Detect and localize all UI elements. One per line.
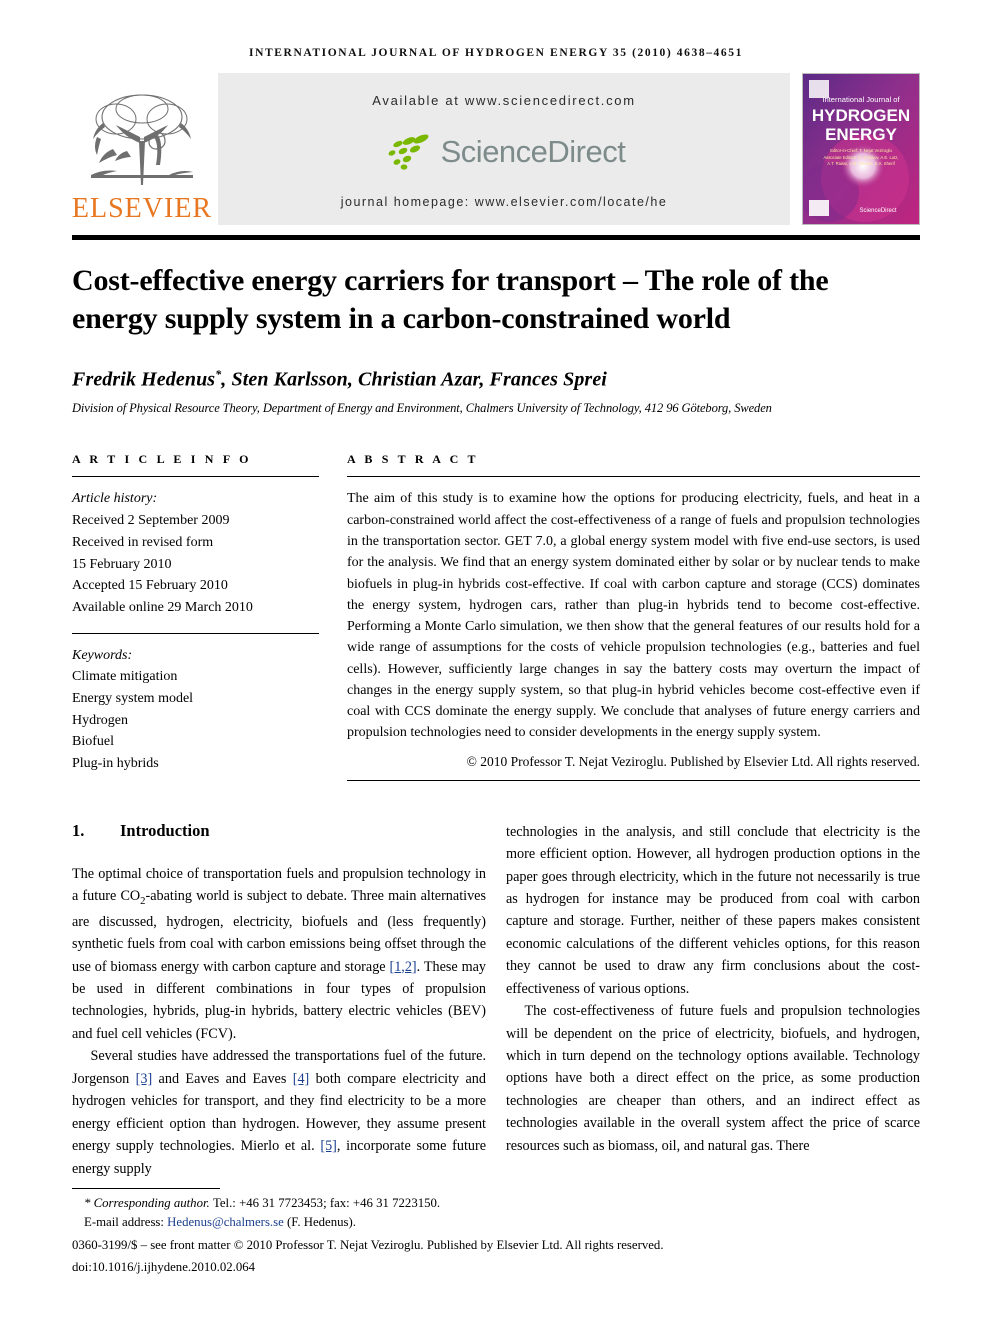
- svg-text:International Journal of: International Journal of: [822, 95, 900, 104]
- article-info-column: A R T I C L E I N F O Article history: R…: [72, 452, 319, 780]
- article-info-rule: [72, 476, 319, 478]
- history-item: Accepted 15 February 2010: [72, 578, 228, 594]
- abstract-column: A B S T R A C T The aim of this study is…: [347, 452, 920, 781]
- page-title: Cost-effective energy carriers for trans…: [72, 264, 829, 336]
- keywords-label: Keywords:: [72, 647, 133, 663]
- author-first: Fredrik Hedenus: [72, 368, 216, 391]
- corresponding-author-label: Corresponding author.: [93, 1196, 210, 1211]
- svg-text:Associate Editors: D. Dunikov,: Associate Editors: D. Dunikov, A.E. Lutz…: [823, 155, 898, 160]
- email-label: E-mail address:: [84, 1215, 164, 1230]
- paragraph: The optimal choice of transportation fue…: [72, 863, 486, 1046]
- paper-page: International Journal of Hydrogen Energy…: [0, 0, 992, 1323]
- elsevier-tree-icon: [91, 94, 193, 185]
- footnote-marker: *: [84, 1196, 91, 1211]
- masthead-divider: [72, 235, 920, 240]
- section-heading-introduction: 1. Introduction: [72, 821, 486, 841]
- abstract-text: The aim of this study is to examine how …: [347, 491, 920, 741]
- abstract-rule: [347, 476, 920, 478]
- sciencedirect-wordmark: ScienceDirect: [440, 133, 626, 169]
- article-info-heading: A R T I C L E I N F O: [72, 452, 252, 467]
- abstract-bottom-rule: [347, 779, 920, 781]
- citation-link[interactable]: [5]: [320, 1138, 337, 1154]
- svg-text:ScienceDirect: ScienceDirect: [859, 208, 896, 214]
- paragraph: The cost-effectiveness of future fuels a…: [506, 1003, 920, 1154]
- article-history-label: Article history:: [72, 491, 158, 507]
- email-owner: (F. Hedenus).: [286, 1215, 356, 1230]
- corresponding-author-tel: Tel.: +46 31 7723453; fax: +46 31 722315…: [212, 1196, 441, 1211]
- author-rest: , Sten Karlsson, Christian Azar, Frances…: [221, 368, 607, 391]
- keywords-rule: [72, 632, 319, 634]
- footnote-rule: [72, 1188, 220, 1190]
- available-at-text: Available at www.sciencedirect.com: [372, 93, 636, 108]
- history-item: 15 February 2010: [72, 556, 172, 572]
- keyword-item: Plug-in hybrids: [72, 756, 159, 771]
- sciencedirect-banner: Available at www.sciencedirect.com Scien…: [218, 73, 790, 225]
- body-columns: 1. Introduction The optimal choice of tr…: [72, 821, 920, 1180]
- elsevier-logo: ELSEVIER: [72, 73, 212, 225]
- body-column-right: technologies in the analysis, and still …: [506, 821, 920, 1180]
- abstract-copyright: © 2010 Professor T. Nejat Veziroglu. Pub…: [466, 753, 920, 769]
- info-abstract-block: A R T I C L E I N F O Article history: R…: [72, 452, 920, 781]
- paragraph: technologies in the analysis, and still …: [506, 823, 920, 997]
- corresponding-author-note: * Corresponding author. Tel.: +46 31 772…: [72, 1194, 920, 1213]
- sciencedirect-leaf-icon: [388, 134, 429, 170]
- keyword-item: Biofuel: [72, 734, 114, 750]
- journal-masthead: ELSEVIER Available at www.sciencedirect.…: [72, 73, 920, 225]
- email-link[interactable]: Hedenus@chalmers.se: [167, 1215, 284, 1229]
- doi-line: doi:10.1016/j.ijhydene.2010.02.064: [72, 1259, 256, 1274]
- abstract-heading: A B S T R A C T: [347, 452, 479, 467]
- body-column-left: 1. Introduction The optimal choice of tr…: [72, 821, 486, 1180]
- sciencedirect-logo: ScienceDirect: [383, 132, 626, 172]
- page-footnote: * Corresponding author. Tel.: +46 31 772…: [72, 1188, 920, 1277]
- affiliation: Division of Physical Resource Theory, De…: [72, 401, 772, 416]
- svg-text:HYDROGEN: HYDROGEN: [812, 106, 910, 125]
- author-list: Fredrik Hedenus*, Sten Karlsson, Christi…: [72, 367, 920, 392]
- column-gap: [319, 452, 347, 780]
- section-title: Introduction: [120, 820, 210, 840]
- history-item: Available online 29 March 2010: [72, 599, 253, 615]
- svg-text:ENERGY: ENERGY: [825, 125, 897, 144]
- keyword-item: Climate mitigation: [72, 669, 178, 685]
- keyword-item: Energy system model: [72, 690, 194, 706]
- history-item: Received 2 September 2009: [72, 513, 230, 529]
- history-item: Received in revised form: [72, 534, 214, 550]
- journal-cover-thumbnail: International Journal of HYDROGEN ENERGY…: [802, 73, 920, 225]
- journal-cover-art: International Journal of HYDROGEN ENERGY…: [803, 74, 919, 224]
- svg-text:A.T. Raissi, L.M. Gandía, S.A.: A.T. Raissi, L.M. Gandía, S.A. Sherif: [827, 161, 895, 166]
- email-note: E-mail address: Hedenus@chalmers.se (F. …: [72, 1213, 920, 1232]
- svg-text:Editor-in-Chief: T. Nejat Vezi: Editor-in-Chief: T. Nejat Veziroglu: [830, 148, 892, 153]
- running-head: International Journal of Hydrogen Energy…: [249, 47, 743, 59]
- body-column-gap: [486, 821, 506, 1180]
- citation-link[interactable]: [3]: [136, 1071, 153, 1087]
- keyword-item: Hydrogen: [72, 712, 128, 728]
- paragraph-text: and Eaves and Eaves: [152, 1070, 293, 1087]
- journal-homepage-text: journal homepage: www.elsevier.com/locat…: [340, 195, 668, 209]
- elsevier-wordmark: ELSEVIER: [71, 193, 213, 224]
- citation-link[interactable]: [1,2]: [389, 959, 416, 975]
- issn-line: 0360-3199/$ – see front matter © 2010 Pr…: [72, 1237, 664, 1252]
- paragraph: Several studies have addressed the trans…: [72, 1045, 486, 1180]
- section-number: 1.: [72, 820, 85, 840]
- citation-link[interactable]: [4]: [293, 1071, 310, 1087]
